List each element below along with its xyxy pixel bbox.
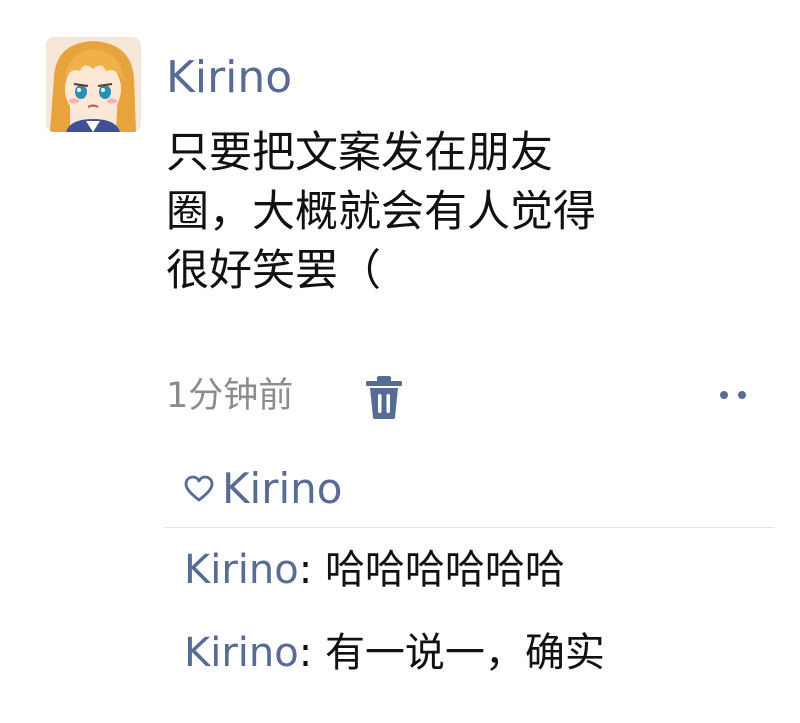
post-text-line: 很好笑罢（ <box>166 246 381 296</box>
comment-author[interactable]: Kirino <box>184 630 299 676</box>
comment-text: 有一说一，确实 <box>324 630 605 676</box>
more-dot <box>720 391 728 399</box>
divider <box>164 527 774 528</box>
trash-icon[interactable] <box>364 375 404 419</box>
comment-separator: : <box>298 630 313 676</box>
comment-item[interactable]: Kirino: 有一说一，确实 <box>184 628 605 678</box>
comment-panel: Kirino Kirino: 哈哈哈哈哈哈 Kirino: 有一说一，确实 <box>164 450 774 690</box>
comment-separator: : <box>298 547 313 593</box>
more-dots-icon[interactable] <box>710 380 758 412</box>
liker-name[interactable]: Kirino <box>222 464 342 514</box>
post-text-line: 圈，大概就会有人觉得 <box>166 187 596 237</box>
post-author[interactable]: Kirino <box>166 50 292 106</box>
avatar[interactable] <box>46 37 141 132</box>
post-text-line: 只要把文案发在朋友 <box>166 128 553 178</box>
comment-text: 哈哈哈哈哈哈 <box>324 547 565 593</box>
comment-item[interactable]: Kirino: 哈哈哈哈哈哈 <box>184 545 565 595</box>
comment-author[interactable]: Kirino <box>184 547 299 593</box>
likes-row: Kirino <box>184 464 342 514</box>
more-dot <box>738 391 746 399</box>
post-text: 只要把文案发在朋友 圈，大概就会有人觉得 很好笑罢（ <box>166 124 736 301</box>
post-time: 1分钟前 <box>166 376 294 416</box>
heart-outline-icon <box>184 475 214 502</box>
